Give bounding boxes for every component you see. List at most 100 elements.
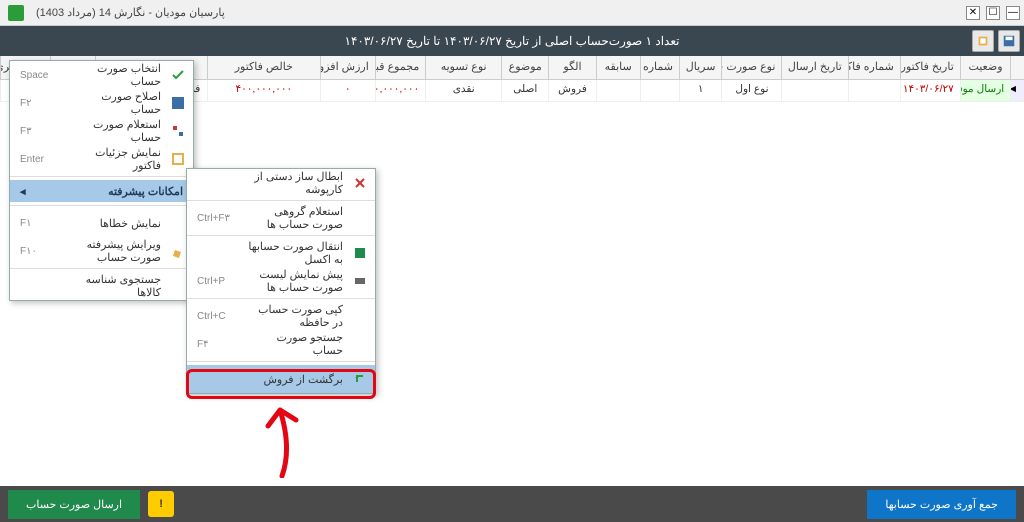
cell-pattern: فروش (548, 80, 595, 101)
menu-label: جستجوی شناسه کالاها (68, 273, 161, 299)
excel-icon (351, 244, 369, 262)
menu-print-preview[interactable]: پیش نمایش لیست صورت حساب ها Ctrl+P (187, 267, 375, 295)
context-menu-main: انتخاب صورت حساب Space اصلاح صورت حساب F… (9, 60, 194, 301)
chevron-left-icon: ◂ (20, 185, 26, 198)
menu-advanced-header[interactable]: امکانات پیشرفته ◂ (10, 180, 193, 202)
cell-vat: ۰ (320, 80, 375, 101)
collect-bills-button[interactable]: جمع آوری صورت حسابها (867, 490, 1016, 519)
row-selector[interactable]: ◄ (1010, 80, 1024, 101)
col-senddate[interactable]: تاریخ ارسال (781, 56, 847, 79)
cell-fdate: ۱۴۰۳/۰۶/۲۷ (900, 80, 960, 101)
menu-label: جستجو صورت حساب (245, 331, 343, 357)
menu-label: برگشت از فروش (245, 373, 343, 386)
cell-taxno (640, 80, 679, 101)
cell-senddate (781, 80, 847, 101)
shortcut-label: Ctrl+F۳ (197, 213, 237, 224)
shortcut-label: Ctrl+P (197, 276, 237, 287)
menu-manual-cancel[interactable]: ابطال ساز دستی از کارپوشه (187, 169, 375, 197)
col-taxno[interactable]: شماره مالیاتی (640, 56, 679, 79)
col-status[interactable]: وضعیت (960, 56, 1010, 79)
menu-separator (187, 361, 375, 362)
menu-separator (187, 235, 375, 236)
menu-search-goods[interactable]: جستجوی شناسه کالاها (10, 272, 193, 300)
menu-show-errors[interactable]: نمایش خطاها F۱ (10, 209, 193, 237)
col-settle[interactable]: نوع تسویه (425, 56, 501, 79)
menu-advanced-edit[interactable]: ویرایش پیشرفته صورت حساب F۱۰ (10, 237, 193, 265)
shortcut-label: Space (20, 70, 60, 81)
menu-group-inquiry[interactable]: استعلام گروهی صورت حساب ها Ctrl+F۳ (187, 204, 375, 232)
status-icon (169, 122, 187, 140)
menu-label: ویرایش پیشرفته صورت حساب (68, 238, 161, 264)
menu-label: انتخاب صورت حساب (68, 62, 161, 88)
shortcut-label: F۱۰ (20, 246, 60, 257)
cell-status: ارسال موفق (960, 80, 1010, 101)
menu-separator (187, 200, 375, 201)
cell-serial: ۱ (679, 80, 721, 101)
return-icon (351, 370, 369, 388)
menu-separator (10, 205, 193, 206)
row-selector-head (1010, 56, 1024, 79)
menu-edit-bill[interactable]: اصلاح صورت حساب F۲ (10, 89, 193, 117)
cell-history (596, 80, 640, 101)
menu-header-label: امکانات پیشرفته (108, 185, 183, 198)
menu-label: انتقال صورت حسابها به اکسل (245, 240, 343, 266)
context-menu-sub: ابطال ساز دستی از کارپوشه استعلام گروهی … (186, 168, 376, 394)
col-subject[interactable]: موضوع (501, 56, 548, 79)
col-serial[interactable]: سریال (679, 56, 721, 79)
window-title: پارسیان مودیان - نگارش 14 (مرداد 1403) (28, 6, 962, 19)
menu-search-bill[interactable]: جستجو صورت حساب F۴ (187, 330, 375, 358)
shortcut-label: F۳ (20, 126, 60, 137)
shortcut-label: F۱ (20, 218, 60, 229)
shortcut-label: Enter (20, 154, 60, 165)
shortcut-label: F۴ (197, 339, 237, 350)
col-history[interactable]: سابقه (596, 56, 640, 79)
warning-icon[interactable]: ! (148, 491, 174, 517)
blank-icon (351, 307, 369, 325)
menu-copy-bill[interactable]: کپی صورت حساب در حافظه Ctrl+C (187, 302, 375, 330)
page-caption: تعداد ۱ صورت‌حساب اصلی از تاریخ ۱۴۰۳/۰۶/… (0, 34, 1024, 48)
check-icon (169, 66, 187, 84)
menu-label: پیش نمایش لیست صورت حساب ها (245, 268, 343, 294)
max-button[interactable]: ☐ (986, 6, 1000, 20)
shortcut-label: F۲ (20, 98, 60, 109)
col-net[interactable]: خالص فاکتور (207, 56, 320, 79)
menu-separator (187, 298, 375, 299)
cancel-icon (351, 174, 369, 192)
blank-icon (169, 277, 187, 295)
col-pattern[interactable]: الگو (548, 56, 595, 79)
cell-settle: نقدی (425, 80, 501, 101)
menu-label: اصلاح صورت حساب (68, 90, 161, 116)
menu-show-details[interactable]: نمایش جزئیات فاکتور Enter (10, 145, 193, 173)
save-icon (169, 94, 187, 112)
menu-export-excel[interactable]: انتقال صورت حسابها به اکسل (187, 239, 375, 267)
send-bill-button[interactable]: ارسال صورت حساب (8, 490, 140, 519)
menu-label: استعلام گروهی صورت حساب ها (245, 205, 343, 231)
shortcut-label: Ctrl+C (197, 311, 237, 322)
close-button[interactable]: ✕ (966, 6, 980, 20)
menu-separator (10, 176, 193, 177)
blank-icon (351, 335, 369, 353)
col-vat[interactable]: ارزش افزوده (320, 56, 375, 79)
export-icon[interactable] (972, 30, 994, 52)
menu-label: استعلام صورت حساب (68, 118, 161, 144)
blank-icon (169, 214, 187, 232)
details-icon (169, 150, 187, 168)
min-button[interactable]: — (1006, 6, 1020, 20)
col-fdate[interactable]: تاریخ فاکتور (900, 56, 960, 79)
print-icon (351, 272, 369, 290)
blank-icon (351, 209, 369, 227)
cell-fno (848, 80, 900, 101)
menu-return-sale[interactable]: برگشت از فروش (187, 365, 375, 393)
col-sumbefore[interactable]: مجموع قبل از تخفیف (375, 56, 425, 79)
cell-subject: اصلی (501, 80, 548, 101)
menu-inquiry-bill[interactable]: استعلام صورت حساب F۳ (10, 117, 193, 145)
menu-select-bill[interactable]: انتخاب صورت حساب Space (10, 61, 193, 89)
menu-separator (10, 268, 193, 269)
send-label: ارسال صورت حساب (26, 498, 122, 511)
menu-label: کپی صورت حساب در حافظه (245, 303, 343, 329)
cell-net: ۴۰۰,۰۰۰,۰۰۰ (207, 80, 320, 101)
col-fno[interactable]: شماره فاکتور (848, 56, 900, 79)
cell-billtype: نوع اول (721, 80, 781, 101)
col-billtype[interactable]: نوع صورت حساب (721, 56, 781, 79)
save-icon[interactable] (998, 30, 1020, 52)
